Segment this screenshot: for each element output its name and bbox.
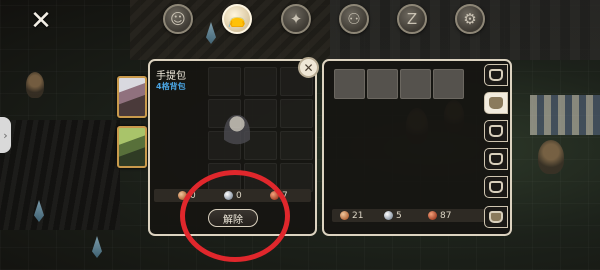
- close-icon: ✕: [30, 6, 52, 36]
- copper-coin-icon: [428, 211, 437, 220]
- side-drawer-handle[interactable]: ›: [0, 117, 11, 153]
- character-sprite: [224, 115, 250, 155]
- tab-sleep[interactable]: Z: [397, 4, 427, 34]
- bag-icon: [489, 181, 503, 193]
- bag-tab-3[interactable]: [484, 120, 508, 142]
- storage-slot[interactable]: [433, 69, 464, 99]
- tab-character[interactable]: ☺: [163, 4, 193, 34]
- party-portrait-1[interactable]: [117, 76, 147, 118]
- bag-icon: [489, 153, 503, 165]
- party-portrait-2[interactable]: [117, 126, 147, 168]
- bag-icon: [489, 125, 503, 137]
- character-icon: ☺: [170, 10, 186, 28]
- bag-icon: [489, 211, 503, 223]
- bag-tab-5[interactable]: [484, 176, 508, 198]
- storage-slot[interactable]: [334, 69, 365, 99]
- handbag-capacity: 4格背包: [156, 82, 186, 91]
- tab-party[interactable]: ⚇: [339, 4, 369, 34]
- handbag-close-button[interactable]: ✕: [298, 57, 319, 78]
- sleep-icon: Z: [406, 10, 418, 28]
- bag-tab-6[interactable]: [484, 206, 508, 228]
- close-icon: ✕: [303, 60, 314, 75]
- handbag-title: 手提包: [156, 71, 186, 82]
- close-button[interactable]: ✕: [27, 7, 55, 35]
- npc-sprite[interactable]: [538, 140, 564, 174]
- gear-icon: ⚙: [463, 10, 477, 28]
- bag-icon: 👝: [227, 10, 247, 28]
- bag-slot[interactable]: [280, 163, 313, 192]
- bag-tab-4[interactable]: [484, 148, 508, 170]
- bag-slot[interactable]: [244, 99, 277, 128]
- bag-icon: [489, 97, 503, 109]
- tab-skill[interactable]: ✦: [281, 4, 311, 34]
- tab-bag[interactable]: 👝: [222, 4, 252, 34]
- bronze-coin-icon: [340, 211, 349, 220]
- bag-tab-2[interactable]: [484, 92, 508, 114]
- bronze-coin-count: 21: [340, 209, 363, 222]
- market-stall-scenery: [530, 95, 600, 135]
- bag-slot[interactable]: [208, 67, 241, 96]
- highlight-circle: [180, 170, 290, 262]
- bag-slot[interactable]: [244, 67, 277, 96]
- tab-settings[interactable]: ⚙: [455, 4, 485, 34]
- copper-coin-count: 87: [428, 209, 451, 222]
- storage-currency-bar: 21 5 87: [332, 209, 502, 222]
- fence-scenery: [0, 120, 120, 230]
- storage-slot-row: [334, 69, 464, 99]
- crystal-icon: [92, 236, 102, 258]
- bronze-coin-value: 21: [352, 210, 364, 221]
- silver-coin-value: 5: [396, 210, 402, 221]
- bag-tab-1[interactable]: [484, 64, 508, 86]
- bag-slot[interactable]: [280, 99, 313, 128]
- storage-slot[interactable]: [400, 69, 431, 99]
- storage-slot[interactable]: [367, 69, 398, 99]
- bag-icon: [489, 69, 503, 81]
- leaf-icon: ✦: [289, 10, 303, 28]
- party-icon: ⚇: [347, 10, 361, 28]
- copper-coin-value: 87: [440, 210, 452, 221]
- npc-sprite[interactable]: [26, 72, 44, 98]
- silver-coin-icon: [384, 211, 393, 220]
- silver-coin-count: 5: [384, 209, 402, 222]
- bag-slot[interactable]: [280, 131, 313, 160]
- chevron-right-icon: ›: [3, 128, 8, 142]
